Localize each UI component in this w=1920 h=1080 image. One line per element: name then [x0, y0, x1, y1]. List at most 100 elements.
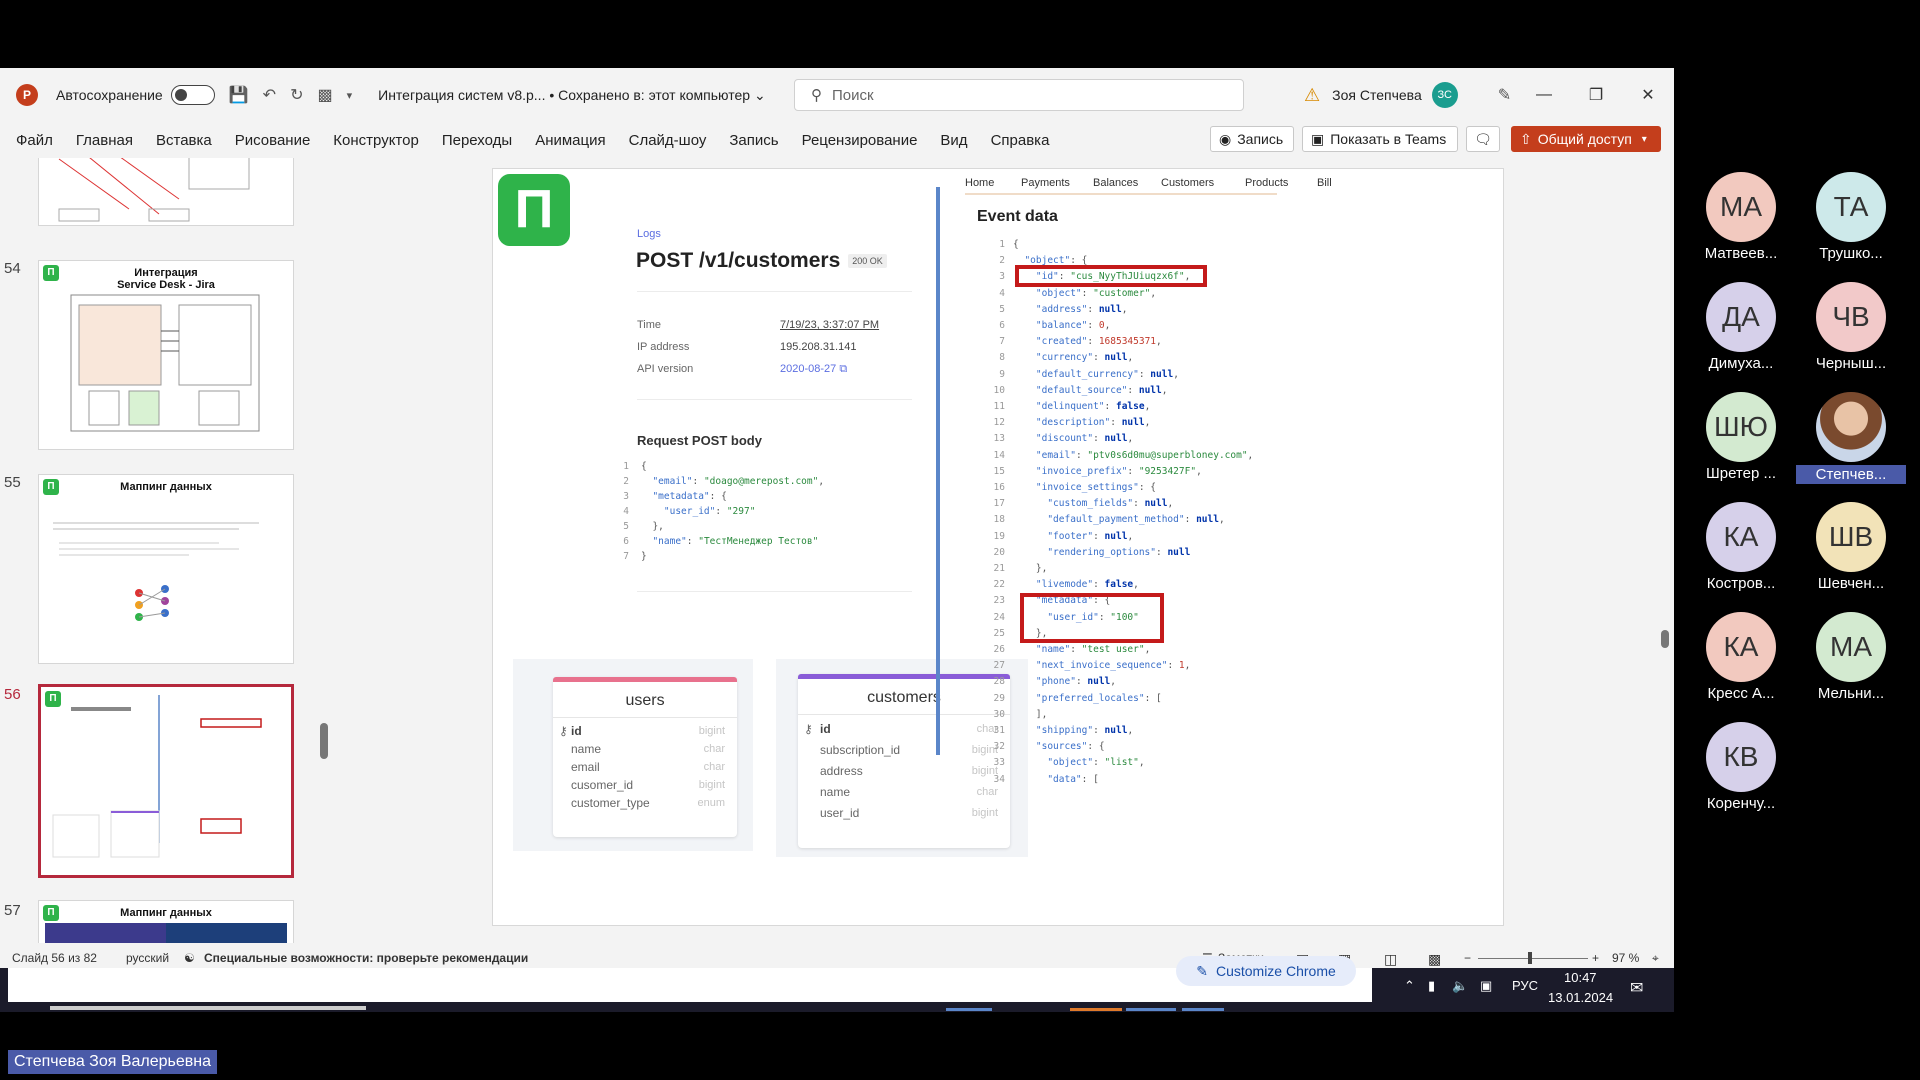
tray-chevron-icon[interactable]: ⌃ [1404, 978, 1415, 994]
detail-ip: IP address 195.208.31.141 [637, 341, 857, 353]
code-line: } [641, 551, 647, 562]
slide-thumbnail-55[interactable]: П Маппинг данных [38, 474, 294, 664]
pencil-icon: ✎ [1196, 962, 1208, 979]
status-badge: 200 OK [848, 254, 887, 268]
screen: P Автосохранение 💾 ↶ ↻ ▩ ▾ Интеграция си… [0, 0, 1920, 1080]
powerpoint-logo-icon: P [16, 84, 38, 106]
restore-icon[interactable]: ❐ [1570, 85, 1622, 105]
slide-logo-icon: П [43, 479, 59, 495]
accessibility-status[interactable]: Специальные возможности: проверьте реком… [204, 951, 528, 965]
key-icon: ⚷ [559, 724, 568, 738]
ribbon-tab[interactable]: Файл [16, 132, 53, 149]
document-title[interactable]: Интеграция систем v8.p... • Сохранено в:… [378, 87, 766, 104]
participant-tile[interactable]: ТА Трушко... [1796, 172, 1906, 262]
slide-thumbnail-53[interactable] [38, 158, 294, 226]
minimize-icon[interactable]: — [1518, 86, 1570, 104]
ribbon-tab[interactable]: Рецензирование [802, 132, 918, 149]
volume-icon[interactable]: 🔈 [1452, 978, 1468, 994]
participant-tile[interactable]: МА Матвеев... [1686, 172, 1796, 262]
api-version-value: 2020-08-27 ⧉ [780, 363, 848, 375]
customers-table-rows: ⚷ id char subscription_id bigint address bigin… [798, 719, 1010, 824]
participant-tile[interactable]: МА Мельни... [1796, 612, 1906, 702]
code-line-number: 17 [993, 498, 1005, 510]
table-row: user_id bigint [798, 803, 1010, 824]
users-table: users ⚷ id bigint name char email char cusomer_… [553, 677, 737, 837]
participant-tile[interactable]: ШВ Шевчен... [1796, 502, 1906, 592]
customize-chrome-button[interactable]: ✎ Customize Chrome [1176, 956, 1356, 986]
column-name: name [571, 742, 602, 756]
code-line: "custom_fields": null, [1047, 498, 1174, 510]
participant-tile[interactable]: КА Костров... [1686, 502, 1796, 592]
show-in-teams-button[interactable]: ▣ Показать в Teams [1302, 126, 1458, 152]
code-line: "invoice_prefix": "9253427F", [1035, 465, 1202, 477]
autosave-toggle[interactable] [170, 85, 215, 105]
ribbon-tab[interactable]: Конструктор [333, 132, 419, 149]
slide-counter[interactable]: Слайд 56 из 82 [12, 951, 97, 965]
user-name[interactable]: Зоя Степчева [1332, 87, 1422, 103]
slide-thumbnail-57[interactable]: П Маппинг данных [38, 900, 294, 943]
undo-icon[interactable]: ↶ [263, 85, 276, 105]
participant-tile[interactable]: ДА Димуха... [1686, 282, 1796, 372]
notifications-icon[interactable]: ✉ [1630, 978, 1643, 998]
taskbar-app-indicator [1070, 1008, 1122, 1011]
ribbon-tab[interactable]: Главная [76, 132, 133, 149]
clock-date[interactable]: 13.01.2024 [1548, 990, 1613, 1005]
ribbon-tab[interactable]: Вставка [156, 132, 212, 149]
participant-tile[interactable]: Степчев... [1796, 392, 1906, 484]
zoom-level[interactable]: 97 % [1612, 951, 1639, 965]
detail-api-version: API version 2020-08-27 ⧉ [637, 363, 848, 375]
participant-tile[interactable]: КА Кресс А... [1686, 612, 1796, 702]
slide-thumbnail-56[interactable]: П [38, 684, 294, 878]
column-type: enum [697, 797, 725, 809]
save-icon[interactable]: 💾 [229, 85, 249, 105]
chevron-down-icon: ▾ [1641, 133, 1647, 145]
redo-icon[interactable]: ↻ [290, 85, 303, 105]
language-indicator[interactable]: русский [126, 951, 169, 965]
users-table-title: users [553, 682, 737, 718]
search-placeholder: Поиск [832, 86, 874, 104]
zoom-slider-thumb[interactable] [1528, 952, 1532, 964]
slides-scrollbar[interactable] [318, 158, 330, 948]
key-icon: ⚷ [804, 722, 813, 736]
canvas-scrollbar[interactable] [1660, 160, 1670, 930]
ribbon-tab[interactable]: Запись [729, 132, 778, 149]
search-icon: ⚲ [811, 87, 822, 104]
ribbon-tab[interactable]: Переходы [442, 132, 512, 149]
share-button[interactable]: ⇧ Общий доступ ▾ [1511, 126, 1661, 152]
zoom-in-icon[interactable]: + [1592, 951, 1599, 965]
zoom-slider[interactable] [1478, 952, 1588, 964]
participant-tile[interactable]: ШЮ Шретер ... [1686, 392, 1796, 482]
participant-tile[interactable]: ЧВ Черныш... [1796, 282, 1906, 372]
present-icon[interactable]: ▩ [317, 85, 332, 105]
keyboard-language[interactable]: РУС [1512, 978, 1538, 993]
battery-icon[interactable]: ▮ [1428, 978, 1435, 994]
close-icon[interactable]: ✕ [1622, 85, 1674, 105]
slides-scrollbar-thumb[interactable] [320, 723, 328, 759]
reading-view-icon[interactable]: ◫ [1384, 951, 1397, 968]
ribbon-tab[interactable]: Анимация [535, 132, 605, 149]
pen-icon[interactable]: ✎ [1498, 85, 1511, 105]
code-line: "default_source": null, [1035, 384, 1168, 396]
customize-toolbar-icon[interactable]: ▾ [347, 89, 353, 102]
search-box[interactable]: ⚲ Поиск [794, 79, 1244, 111]
comments-button[interactable]: 🗨 [1466, 126, 1500, 152]
fit-to-window-icon[interactable]: ⌖ [1652, 951, 1659, 966]
zoom-out-icon[interactable]: − [1464, 951, 1471, 965]
clock-time[interactable]: 10:47 [1564, 970, 1597, 985]
user-avatar[interactable]: ЗС [1431, 82, 1458, 108]
ribbon-tab[interactable]: Вид [940, 132, 967, 149]
ribbon-tab[interactable]: Слайд-шоу [629, 132, 707, 149]
ribbon-tab[interactable]: Справка [991, 132, 1050, 149]
ribbon-tab[interactable]: Рисование [235, 132, 311, 149]
slide-canvas[interactable]: П Logs POST /v1/customers 200 OK Time 7/… [492, 168, 1504, 926]
record-button[interactable]: ◉ Запись [1210, 126, 1294, 152]
canvas-scrollbar-thumb[interactable] [1661, 630, 1669, 648]
table-row: name char [553, 740, 737, 758]
slideshow-icon[interactable]: ▩ [1428, 951, 1441, 968]
code-line-number: 31 [993, 725, 1005, 736]
slide-thumbnail-54[interactable]: П Интеграция Service Desk - Jira [38, 260, 294, 450]
display-icon[interactable]: ▣ [1480, 978, 1492, 994]
code-line-number: 9 [999, 368, 1005, 380]
warning-icon[interactable]: ⚠ [1304, 85, 1320, 106]
participant-tile[interactable]: КВ Коренчу... [1686, 722, 1796, 812]
